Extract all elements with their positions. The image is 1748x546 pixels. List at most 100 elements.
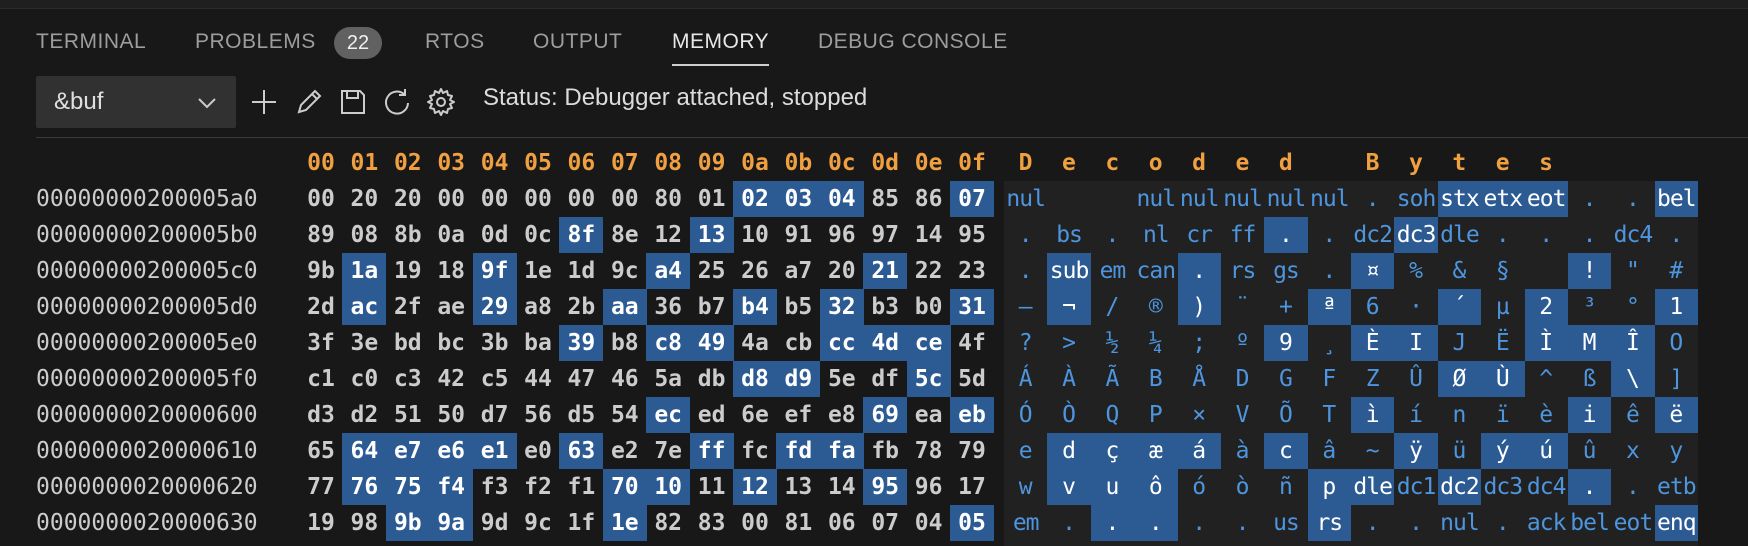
decoded-byte[interactable]: v bbox=[1047, 469, 1091, 505]
decoded-byte[interactable]: ÿ bbox=[1394, 433, 1438, 469]
hex-byte[interactable]: 17 bbox=[950, 469, 994, 505]
decoded-byte[interactable]: rs bbox=[1307, 505, 1351, 541]
hex-byte[interactable]: f1 bbox=[559, 469, 603, 505]
decoded-byte[interactable]: . bbox=[1177, 253, 1221, 289]
decoded-byte[interactable] bbox=[1525, 253, 1568, 289]
hex-byte[interactable]: f2 bbox=[516, 469, 560, 505]
decoded-byte[interactable]: Á bbox=[1004, 361, 1047, 397]
decoded-byte[interactable]: bs bbox=[1047, 217, 1090, 253]
decoded-byte[interactable]: 2 bbox=[1524, 289, 1568, 325]
hex-byte[interactable]: 46 bbox=[603, 361, 647, 397]
decoded-byte[interactable]: can bbox=[1134, 253, 1177, 289]
decoded-byte[interactable]: ? bbox=[1004, 325, 1047, 361]
hex-byte[interactable]: fa bbox=[819, 433, 864, 469]
hex-byte[interactable]: 77 bbox=[299, 469, 343, 505]
hex-byte[interactable]: 19 bbox=[299, 505, 343, 541]
hex-byte[interactable]: 0d bbox=[473, 217, 517, 253]
hex-byte[interactable]: 03 bbox=[776, 181, 821, 217]
decoded-byte[interactable]: ack bbox=[1525, 505, 1568, 541]
hex-byte[interactable]: 79 bbox=[950, 433, 994, 469]
decoded-byte[interactable]: i bbox=[1567, 397, 1612, 433]
hex-byte[interactable]: 19 bbox=[386, 253, 430, 289]
decoded-byte[interactable]: T bbox=[1308, 397, 1351, 433]
decoded-byte[interactable]: 1 bbox=[1654, 289, 1698, 325]
hex-byte[interactable]: b5 bbox=[776, 289, 820, 325]
decoded-byte[interactable]: em bbox=[1091, 253, 1134, 289]
hex-byte[interactable]: d7 bbox=[473, 397, 517, 433]
decoded-byte[interactable]: y bbox=[1655, 433, 1698, 469]
decoded-byte[interactable]: . bbox=[1264, 217, 1308, 253]
decoded-byte[interactable]: rs bbox=[1221, 253, 1264, 289]
decoded-byte[interactable]: # bbox=[1655, 253, 1698, 289]
decoded-byte[interactable]: ý bbox=[1481, 433, 1525, 469]
decoded-byte[interactable]: Å bbox=[1178, 361, 1221, 397]
hex-byte[interactable]: e8 bbox=[820, 397, 864, 433]
hex-byte[interactable]: 08 bbox=[342, 217, 386, 253]
decoded-byte[interactable]: / bbox=[1091, 289, 1134, 325]
decoded-byte[interactable]: . bbox=[1481, 505, 1524, 541]
decoded-byte[interactable]: nul bbox=[1178, 181, 1221, 217]
decoded-byte[interactable]: dc3 bbox=[1481, 469, 1524, 505]
decoded-byte[interactable]: . bbox=[1004, 217, 1047, 253]
decoded-byte[interactable]: ú bbox=[1524, 433, 1568, 469]
hex-byte[interactable]: c1 bbox=[299, 361, 343, 397]
decoded-byte[interactable]: . bbox=[1308, 217, 1351, 253]
hex-byte[interactable]: 85 bbox=[863, 181, 907, 217]
hex-byte[interactable]: 13 bbox=[689, 217, 734, 253]
decoded-byte[interactable]: em bbox=[1004, 505, 1047, 541]
hex-byte[interactable]: 00 bbox=[429, 181, 473, 217]
hex-byte[interactable]: 5a bbox=[646, 361, 690, 397]
hex-byte[interactable]: 8e bbox=[603, 217, 647, 253]
hex-byte[interactable]: fb bbox=[863, 433, 907, 469]
hex-byte[interactable]: 21 bbox=[863, 253, 908, 289]
hex-byte[interactable]: 9c bbox=[516, 505, 560, 541]
hex-byte[interactable]: 14 bbox=[820, 469, 864, 505]
decoded-byte[interactable]: . bbox=[1134, 505, 1178, 541]
hex-byte[interactable]: fd bbox=[776, 433, 821, 469]
hex-byte[interactable]: cc bbox=[819, 325, 864, 361]
tab-memory[interactable]: MEMORY bbox=[672, 30, 770, 66]
decoded-byte[interactable]: â bbox=[1308, 433, 1351, 469]
decoded-byte[interactable]: eot bbox=[1611, 505, 1654, 541]
hex-byte[interactable]: b4 bbox=[733, 289, 777, 325]
hex-byte[interactable]: 00 bbox=[559, 181, 603, 217]
decoded-byte[interactable]: . bbox=[1351, 181, 1394, 217]
tab-rtos[interactable]: RTOS bbox=[425, 30, 485, 54]
hex-byte[interactable]: 02 bbox=[733, 181, 777, 217]
decoded-byte[interactable]: " bbox=[1611, 253, 1654, 289]
hex-byte[interactable]: db bbox=[690, 361, 734, 397]
hex-byte[interactable]: 9b bbox=[385, 505, 430, 541]
save-icon[interactable] bbox=[337, 86, 369, 118]
hex-byte[interactable]: 64 bbox=[342, 433, 387, 469]
decoded-byte[interactable]: ¤ bbox=[1351, 253, 1395, 289]
hex-byte[interactable]: f4 bbox=[429, 469, 474, 505]
hex-byte[interactable]: 70 bbox=[602, 469, 647, 505]
hex-byte[interactable]: cb bbox=[776, 325, 820, 361]
hex-byte[interactable]: 07 bbox=[863, 505, 907, 541]
hex-byte[interactable]: f3 bbox=[473, 469, 517, 505]
decoded-byte[interactable]: Ø bbox=[1437, 361, 1482, 397]
decoded-byte[interactable]: ~ bbox=[1351, 433, 1394, 469]
hex-byte[interactable]: 00 bbox=[603, 181, 647, 217]
decoded-byte[interactable]: ª bbox=[1307, 289, 1351, 325]
hex-byte[interactable]: 49 bbox=[689, 325, 734, 361]
decoded-byte[interactable]: è bbox=[1525, 397, 1568, 433]
hex-byte[interactable]: df bbox=[863, 361, 907, 397]
decoded-byte[interactable]: c bbox=[1264, 433, 1308, 469]
gear-icon[interactable] bbox=[425, 86, 457, 118]
hex-byte[interactable]: 20 bbox=[342, 181, 386, 217]
decoded-byte[interactable]: M bbox=[1567, 325, 1612, 361]
decoded-byte[interactable]: dle bbox=[1438, 217, 1481, 253]
decoded-byte[interactable]: ñ bbox=[1264, 469, 1307, 505]
hex-byte[interactable]: d9 bbox=[776, 361, 821, 397]
hex-byte[interactable]: 89 bbox=[299, 217, 343, 253]
hex-byte[interactable]: 78 bbox=[907, 433, 951, 469]
hex-byte[interactable]: 00 bbox=[299, 181, 343, 217]
hex-byte[interactable]: 97 bbox=[863, 217, 907, 253]
decoded-byte[interactable]: ê bbox=[1611, 397, 1654, 433]
decoded-byte[interactable]: eot bbox=[1524, 181, 1568, 217]
hex-byte[interactable]: c5 bbox=[473, 361, 517, 397]
hex-byte[interactable]: 2d bbox=[299, 289, 343, 325]
hex-byte[interactable]: 1e bbox=[602, 505, 647, 541]
decoded-byte[interactable]: ^ bbox=[1525, 361, 1568, 397]
